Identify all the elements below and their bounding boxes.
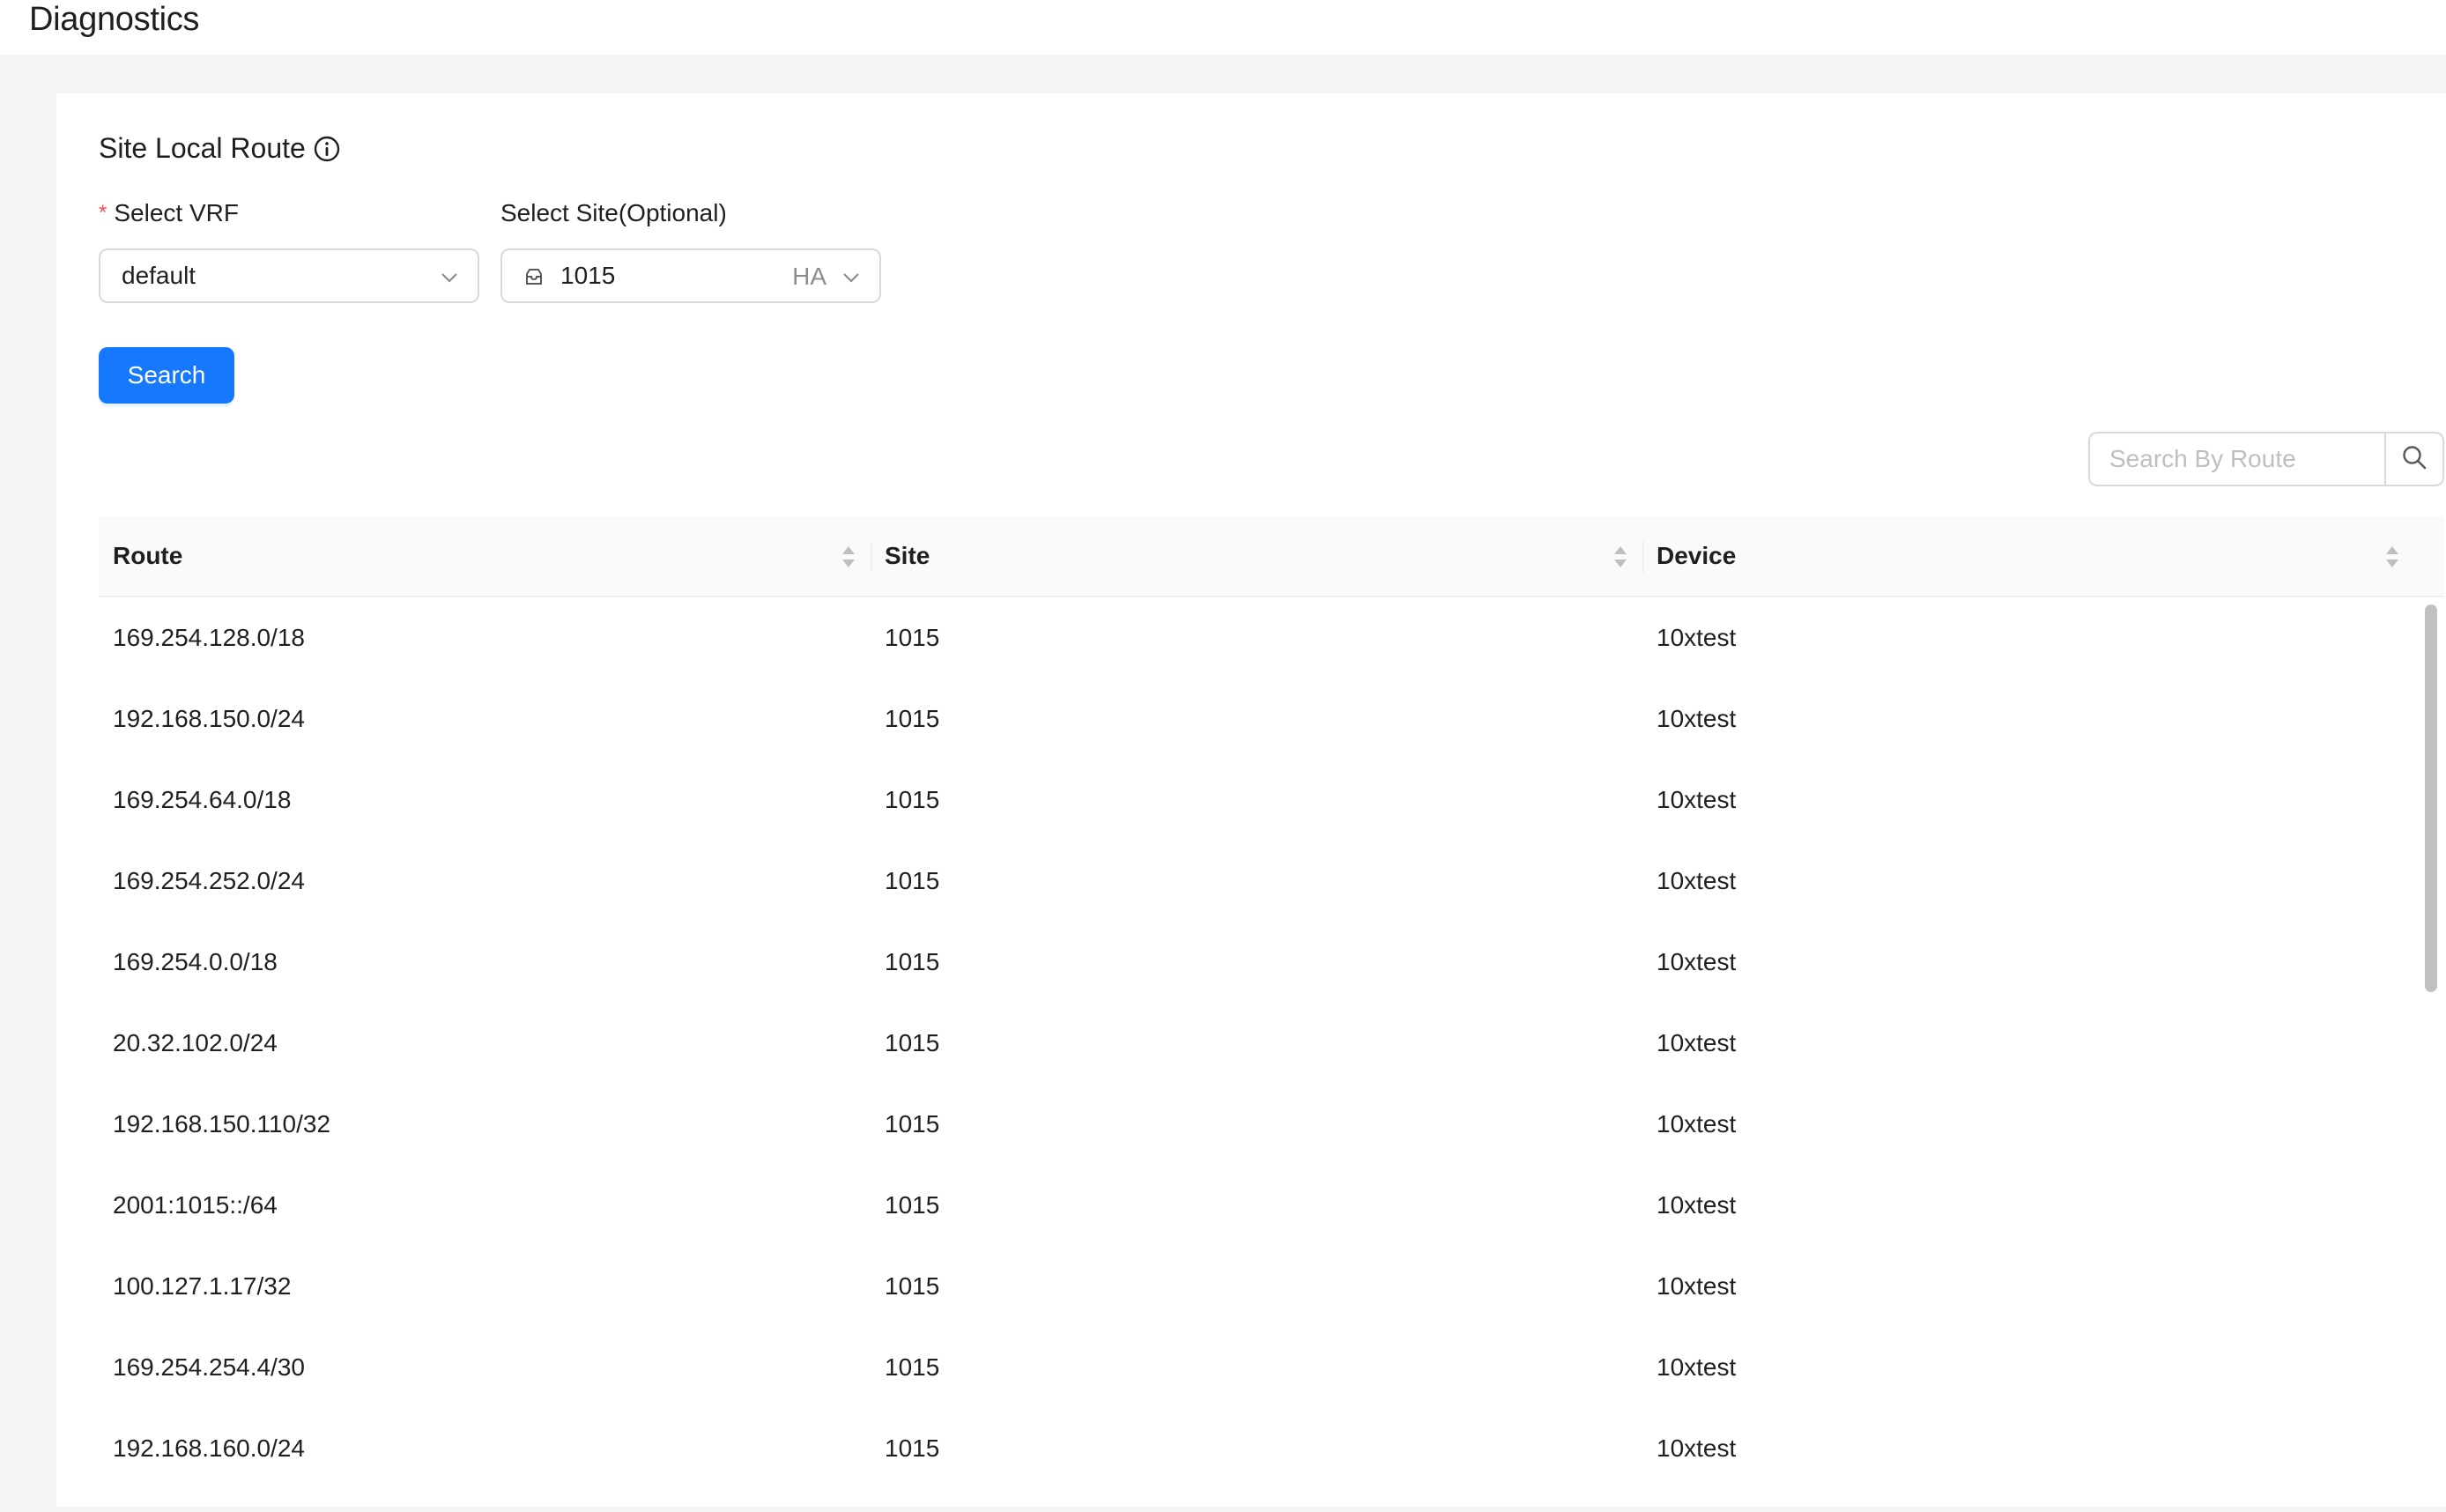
table-scrollbar[interactable] [2418, 597, 2444, 1507]
cell-device: 10xtest [1657, 1110, 1737, 1138]
required-mark: * [99, 201, 107, 225]
cell-route: 100.127.1.17/32 [113, 1272, 292, 1300]
cell-route: 169.254.64.0/18 [113, 786, 292, 813]
table-row[interactable]: 192.168.150.110/32 1015 10xtest [99, 1084, 2414, 1165]
cell-route: 169.254.0.0/18 [113, 948, 278, 975]
column-header-device[interactable]: Device [1642, 516, 2414, 596]
table-row[interactable]: 169.254.254.4/30 1015 10xtest [99, 1327, 2414, 1408]
vrf-label: * Select VRF [99, 197, 239, 229]
table-row[interactable]: 192.168.150.0/24 1015 10xtest [99, 678, 2414, 760]
cell-site: 1015 [885, 1272, 940, 1300]
table-row[interactable]: 2001:1015::/64 1015 10xtest [99, 1165, 2414, 1246]
cell-site: 1015 [885, 1191, 940, 1219]
vrf-label-text: Select VRF [114, 199, 239, 226]
cell-device: 10xtest [1657, 948, 1737, 975]
cell-route: 2001:1015::/64 [113, 1191, 278, 1219]
cell-device: 10xtest [1657, 1191, 1737, 1219]
search-button[interactable]: Search [99, 347, 234, 404]
cell-route: 169.254.252.0/24 [113, 867, 305, 894]
scrollbar-thumb[interactable] [2425, 604, 2437, 992]
cell-site: 1015 [885, 948, 940, 975]
cell-route: 169.254.254.4/30 [113, 1353, 305, 1381]
cell-site: 1015 [885, 1434, 940, 1462]
cell-site: 1015 [885, 1110, 940, 1138]
site-ha-tag: HA [792, 263, 826, 290]
table-header: Route Site Device [99, 516, 2444, 597]
page-title: Diagnostics [29, 1, 200, 38]
cell-site: 1015 [885, 624, 940, 651]
table-row[interactable]: 100.127.1.17/32 1015 10xtest [99, 1246, 2414, 1327]
cell-device: 10xtest [1657, 1029, 1737, 1056]
column-header-label: Route [113, 542, 183, 569]
site-select[interactable]: 1015 HA [500, 248, 881, 303]
section-title: Site Local Route [99, 129, 341, 167]
info-circle-icon[interactable] [313, 134, 341, 162]
cell-site: 1015 [885, 705, 940, 732]
vrf-select-value: default [122, 262, 196, 289]
column-header-label: Site [885, 542, 930, 569]
chevron-down-icon [841, 266, 862, 287]
cell-site: 1015 [885, 867, 940, 894]
cell-device: 10xtest [1657, 867, 1737, 894]
cell-site: 1015 [885, 786, 940, 813]
table-row[interactable]: 20.32.102.0/24 1015 10xtest [99, 1003, 2414, 1084]
top-header: Diagnostics [0, 0, 2446, 55]
sort-icon[interactable] [2384, 545, 2400, 569]
site-icon [523, 265, 545, 286]
table-body: 169.254.128.0/18 1015 10xtest 192.168.15… [99, 597, 2444, 1489]
cell-site: 1015 [885, 1029, 940, 1056]
route-search [2088, 432, 2444, 486]
site-local-route-panel: Site Local Route * Select VRF Select Site… [56, 93, 2446, 1507]
section-title-text: Site Local Route [99, 132, 306, 164]
table-row[interactable]: 169.254.64.0/18 1015 10xtest [99, 760, 2414, 841]
cell-device: 10xtest [1657, 1353, 1737, 1381]
routes-table: Route Site Device 169.254.128.0/18 1015 … [99, 516, 2444, 1507]
site-label: Select Site(Optional) [500, 199, 727, 226]
table-row[interactable]: 169.254.0.0/18 1015 10xtest [99, 922, 2414, 1003]
cell-route: 192.168.150.110/32 [113, 1110, 331, 1138]
sort-icon[interactable] [1612, 545, 1628, 569]
cell-device: 10xtest [1657, 1272, 1737, 1300]
table-row[interactable]: 169.254.128.0/18 1015 10xtest [99, 597, 2414, 678]
cell-device: 10xtest [1657, 705, 1737, 732]
cell-route: 169.254.128.0/18 [113, 624, 305, 651]
route-search-input[interactable] [2088, 432, 2384, 486]
chevron-down-icon [439, 266, 460, 287]
column-header-site[interactable]: Site [871, 516, 1642, 596]
site-select-value: 1015 [560, 262, 616, 289]
cell-site: 1015 [885, 1353, 940, 1381]
cell-route: 20.32.102.0/24 [113, 1029, 278, 1056]
vrf-select[interactable]: default [99, 248, 479, 303]
search-icon [2401, 444, 2427, 475]
column-header-label: Device [1657, 542, 1737, 569]
sort-icon[interactable] [841, 545, 856, 569]
cell-device: 10xtest [1657, 1434, 1737, 1462]
cell-route: 192.168.160.0/24 [113, 1434, 305, 1462]
table-row[interactable]: 192.168.160.0/24 1015 10xtest [99, 1408, 2414, 1489]
table-row[interactable]: 169.254.252.0/24 1015 10xtest [99, 841, 2414, 922]
left-gutter [0, 93, 56, 1512]
route-search-button[interactable] [2384, 432, 2444, 486]
cell-device: 10xtest [1657, 624, 1737, 651]
cell-device: 10xtest [1657, 786, 1737, 813]
cell-route: 192.168.150.0/24 [113, 705, 305, 732]
column-header-route[interactable]: Route [99, 516, 871, 596]
